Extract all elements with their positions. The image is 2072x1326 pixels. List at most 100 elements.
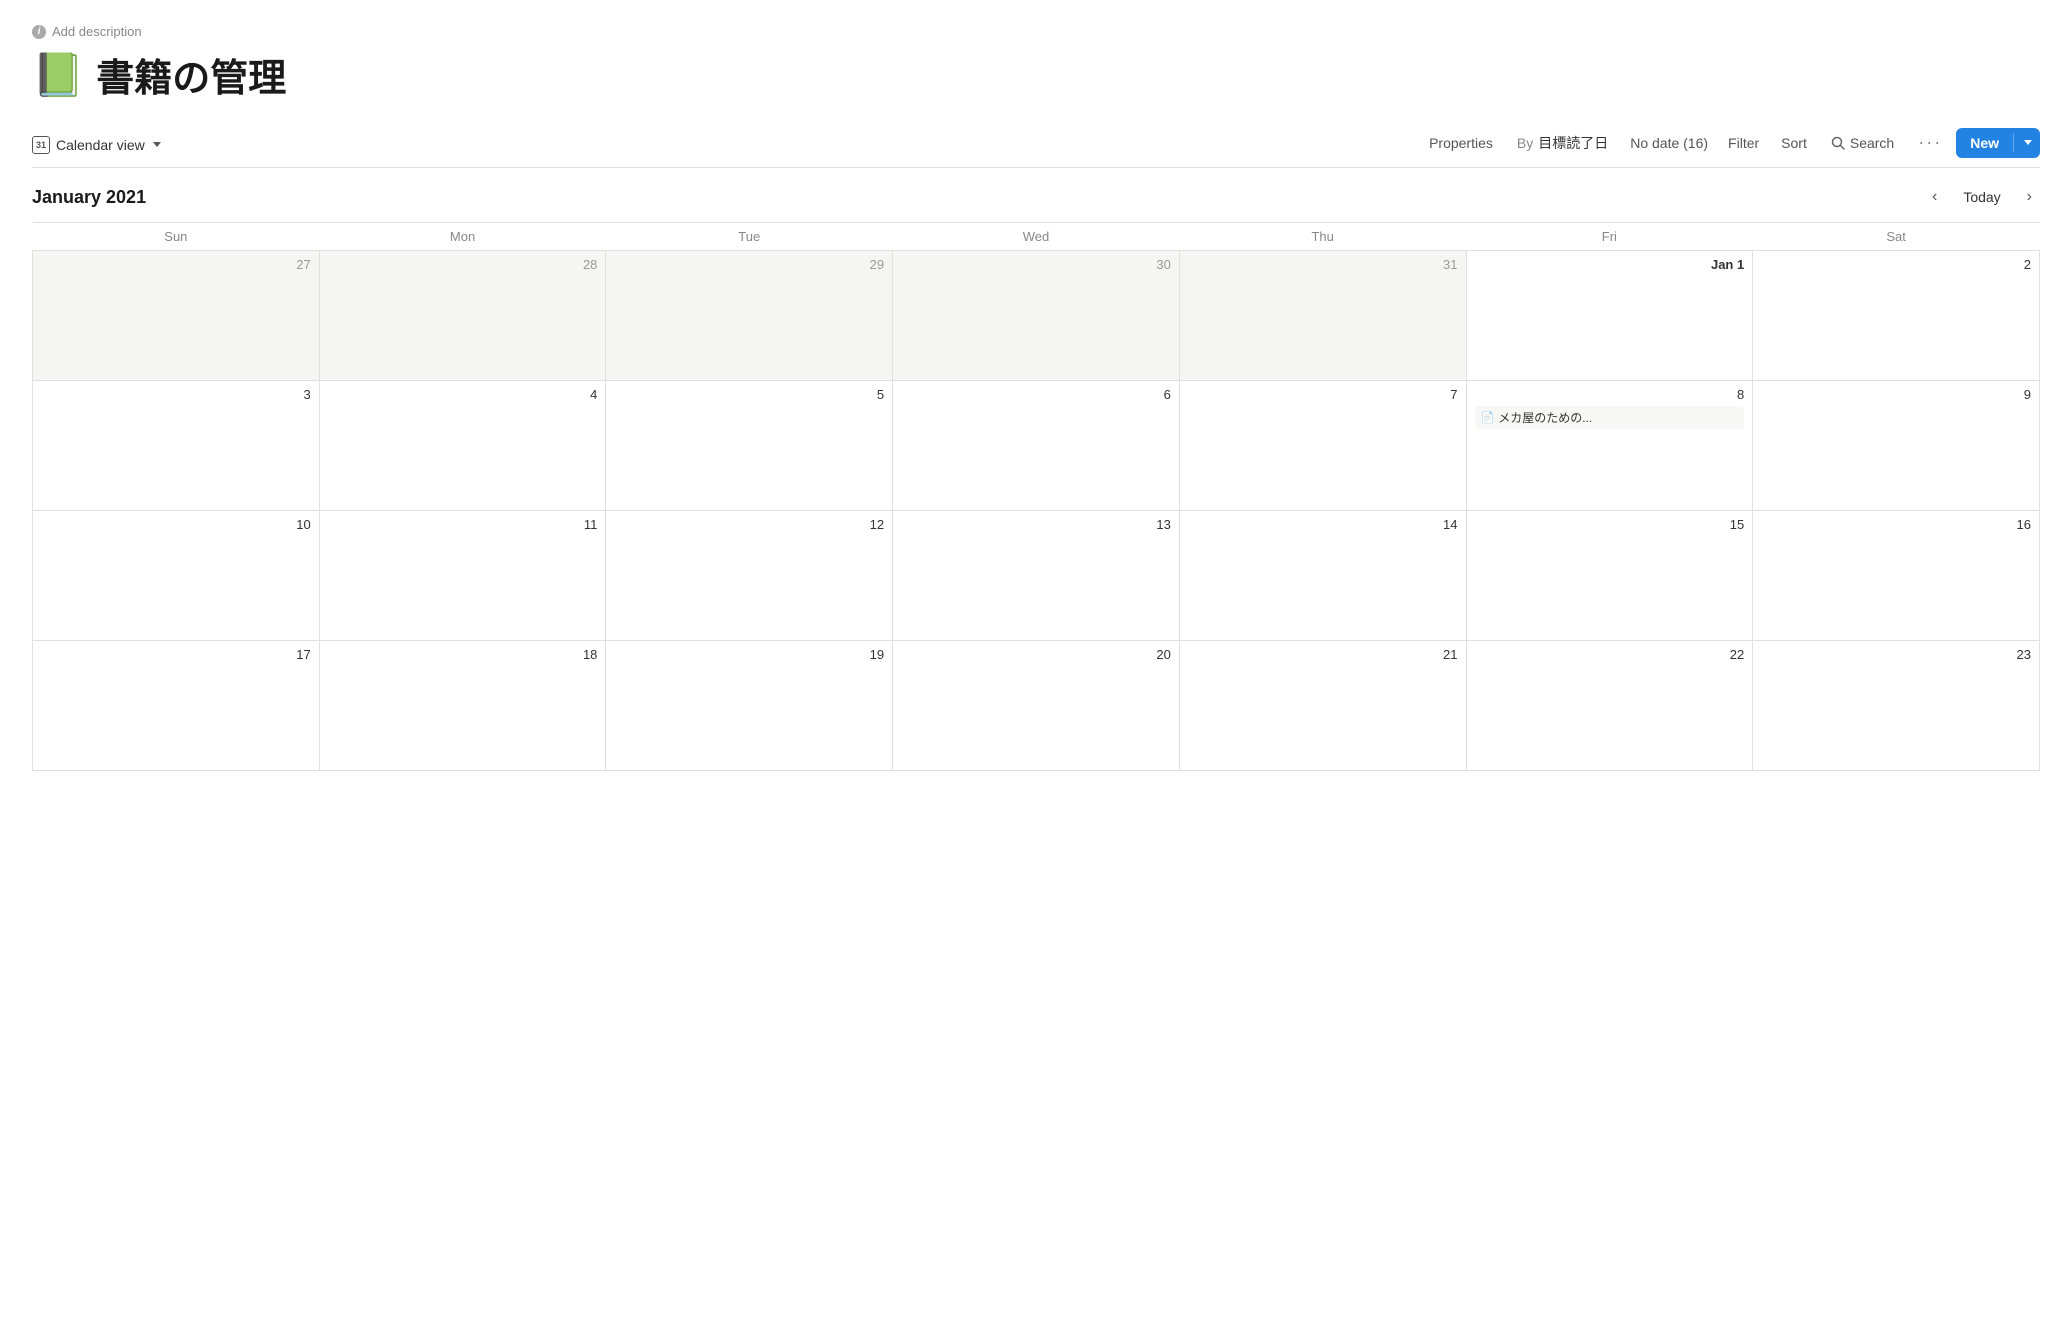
entry-label: メカ屋のための... (1498, 409, 1592, 426)
day-number-wrapper: 9 (1761, 387, 2031, 402)
calendar-cell-w1-d4[interactable]: 7 (1179, 381, 1466, 511)
new-dropdown-button[interactable] (2013, 133, 2040, 152)
view-label: Calendar view (56, 137, 145, 153)
calendar-cell-w3-d0[interactable]: 17 (33, 641, 320, 771)
day-number-wrapper: 17 (41, 647, 311, 662)
view-chevron-icon (153, 142, 161, 147)
today-button[interactable]: Today (1951, 184, 2012, 210)
calendar-cell-w0-d2[interactable]: 29 (606, 251, 893, 381)
day-number-wrapper: 14 (1188, 517, 1458, 532)
no-date-button[interactable]: No date (16) (1622, 129, 1716, 157)
day-number: 10 (41, 517, 311, 532)
calendar-cell-w2-d3[interactable]: 13 (893, 511, 1180, 641)
more-button[interactable]: ··· (1908, 126, 1952, 159)
day-number-wrapper: 29 (614, 257, 884, 272)
calendar-cell-w0-d4[interactable]: 31 (1179, 251, 1466, 381)
calendar-week-2: 10 11 12 13 14 15 16 (33, 511, 2040, 641)
calendar-entry[interactable]: 📄メカ屋のための... (1475, 406, 1745, 429)
toolbar: 31 Calendar view Properties By 目標読了日 No … (32, 126, 2040, 168)
new-chevron-icon (2024, 140, 2032, 145)
calendar-cell-w1-d1[interactable]: 4 (319, 381, 606, 511)
day-number: 13 (901, 517, 1171, 532)
day-number: 17 (41, 647, 311, 662)
more-label: ··· (1918, 132, 1942, 153)
calendar-cell-w1-d3[interactable]: 6 (893, 381, 1180, 511)
calendar-cell-w2-d6[interactable]: 16 (1753, 511, 2040, 641)
entry-doc-icon: 📄 (1481, 411, 1495, 424)
calendar-cell-w1-d2[interactable]: 5 (606, 381, 893, 511)
properties-button[interactable]: Properties (1419, 129, 1503, 157)
calendar-cell-w2-d1[interactable]: 11 (319, 511, 606, 641)
calendar-cell-w1-d0[interactable]: 3 (33, 381, 320, 511)
day-number: 18 (328, 647, 598, 662)
add-description-btn[interactable]: i Add description (32, 24, 2040, 39)
day-number: 14 (1188, 517, 1458, 532)
day-number: 22 (1475, 647, 1745, 662)
day-number: 31 (1188, 257, 1458, 272)
day-number-wrapper: 28 (328, 257, 598, 272)
calendar-week-3: 17 18 19 20 21 22 23 (33, 641, 2040, 771)
calendar-cell-w2-d5[interactable]: 15 (1466, 511, 1753, 641)
day-number: 21 (1188, 647, 1458, 662)
next-arrow-icon: › (2027, 188, 2032, 205)
weekday-fri: Fri (1466, 223, 1753, 251)
weekday-sat: Sat (1753, 223, 2040, 251)
calendar-cell-w3-d4[interactable]: 21 (1179, 641, 1466, 771)
calendar-cell-w1-d6[interactable]: 9 (1753, 381, 2040, 511)
calendar-nav-right: ‹ Today › (1924, 184, 2040, 210)
calendar-cell-w0-d6[interactable]: 2 (1753, 251, 2040, 381)
day-number-wrapper: 18 (328, 647, 598, 662)
calendar-cell-w0-d5[interactable]: Jan 1 (1466, 251, 1753, 381)
calendar-body: 2728293031Jan 12345678📄メカ屋のための...9101112… (33, 251, 2040, 771)
page-title: 書籍の管理 (96, 47, 286, 102)
day-number: 23 (1761, 647, 2031, 662)
calendar-cell-w2-d4[interactable]: 14 (1179, 511, 1466, 641)
calendar-cell-w3-d2[interactable]: 19 (606, 641, 893, 771)
day-number-wrapper: 4 (328, 387, 598, 402)
new-label: New (1970, 135, 1999, 151)
view-selector[interactable]: 31 Calendar view (32, 128, 171, 166)
prev-arrow-icon: ‹ (1932, 188, 1937, 205)
day-number-wrapper: 16 (1761, 517, 2031, 532)
search-icon (1831, 136, 1845, 150)
calendar-cell-w3-d1[interactable]: 18 (319, 641, 606, 771)
prev-month-button[interactable]: ‹ (1924, 184, 1945, 210)
calendar-cell-w3-d5[interactable]: 22 (1466, 641, 1753, 771)
calendar-cell-w1-d5[interactable]: 8 📄メカ屋のための... (1466, 381, 1753, 511)
day-number-wrapper: 31 (1188, 257, 1458, 272)
day-number: 30 (901, 257, 1171, 272)
calendar-cell-w0-d3[interactable]: 30 (893, 251, 1180, 381)
next-month-button[interactable]: › (2019, 184, 2040, 210)
calendar-cell-w2-d0[interactable]: 10 (33, 511, 320, 641)
day-number-wrapper: 7 (1188, 387, 1458, 402)
page-emoji: 📗 (32, 54, 84, 96)
calendar-cell-w2-d2[interactable]: 12 (606, 511, 893, 641)
weekday-wed: Wed (893, 223, 1180, 251)
day-number-wrapper: 8 (1475, 387, 1745, 402)
filter-button[interactable]: Filter (1720, 129, 1767, 157)
new-button[interactable]: New (1956, 128, 2013, 158)
info-icon: i (32, 25, 46, 39)
calendar-cell-w3-d6[interactable]: 23 (1753, 641, 2040, 771)
properties-label: Properties (1429, 135, 1493, 151)
day-number-wrapper: 13 (901, 517, 1171, 532)
calendar-nav: January 2021 ‹ Today › (32, 168, 2040, 222)
by-button[interactable]: By 目標読了日 (1507, 127, 1618, 159)
day-number: 28 (328, 257, 598, 272)
sort-button[interactable]: Sort (1771, 129, 1817, 157)
toolbar-left: 31 Calendar view (32, 128, 1419, 166)
day-number: 9 (1761, 387, 2031, 402)
new-button-group: New (1956, 128, 2040, 158)
day-number-wrapper: 20 (901, 647, 1171, 662)
day-number-wrapper: 12 (614, 517, 884, 532)
weekday-thu: Thu (1179, 223, 1466, 251)
calendar-icon: 31 (32, 136, 50, 154)
calendar-week-1: 34567 8 📄メカ屋のための... 9 (33, 381, 2040, 511)
calendar-cell-w0-d0[interactable]: 27 (33, 251, 320, 381)
search-button[interactable]: Search (1821, 129, 1904, 157)
calendar-cell-w0-d1[interactable]: 28 (319, 251, 606, 381)
calendar-cell-w3-d3[interactable]: 20 (893, 641, 1180, 771)
page-title-row: 📗 書籍の管理 (32, 47, 2040, 102)
day-number: Jan 1 (1475, 257, 1745, 272)
day-number-wrapper: 2 (1761, 257, 2031, 272)
